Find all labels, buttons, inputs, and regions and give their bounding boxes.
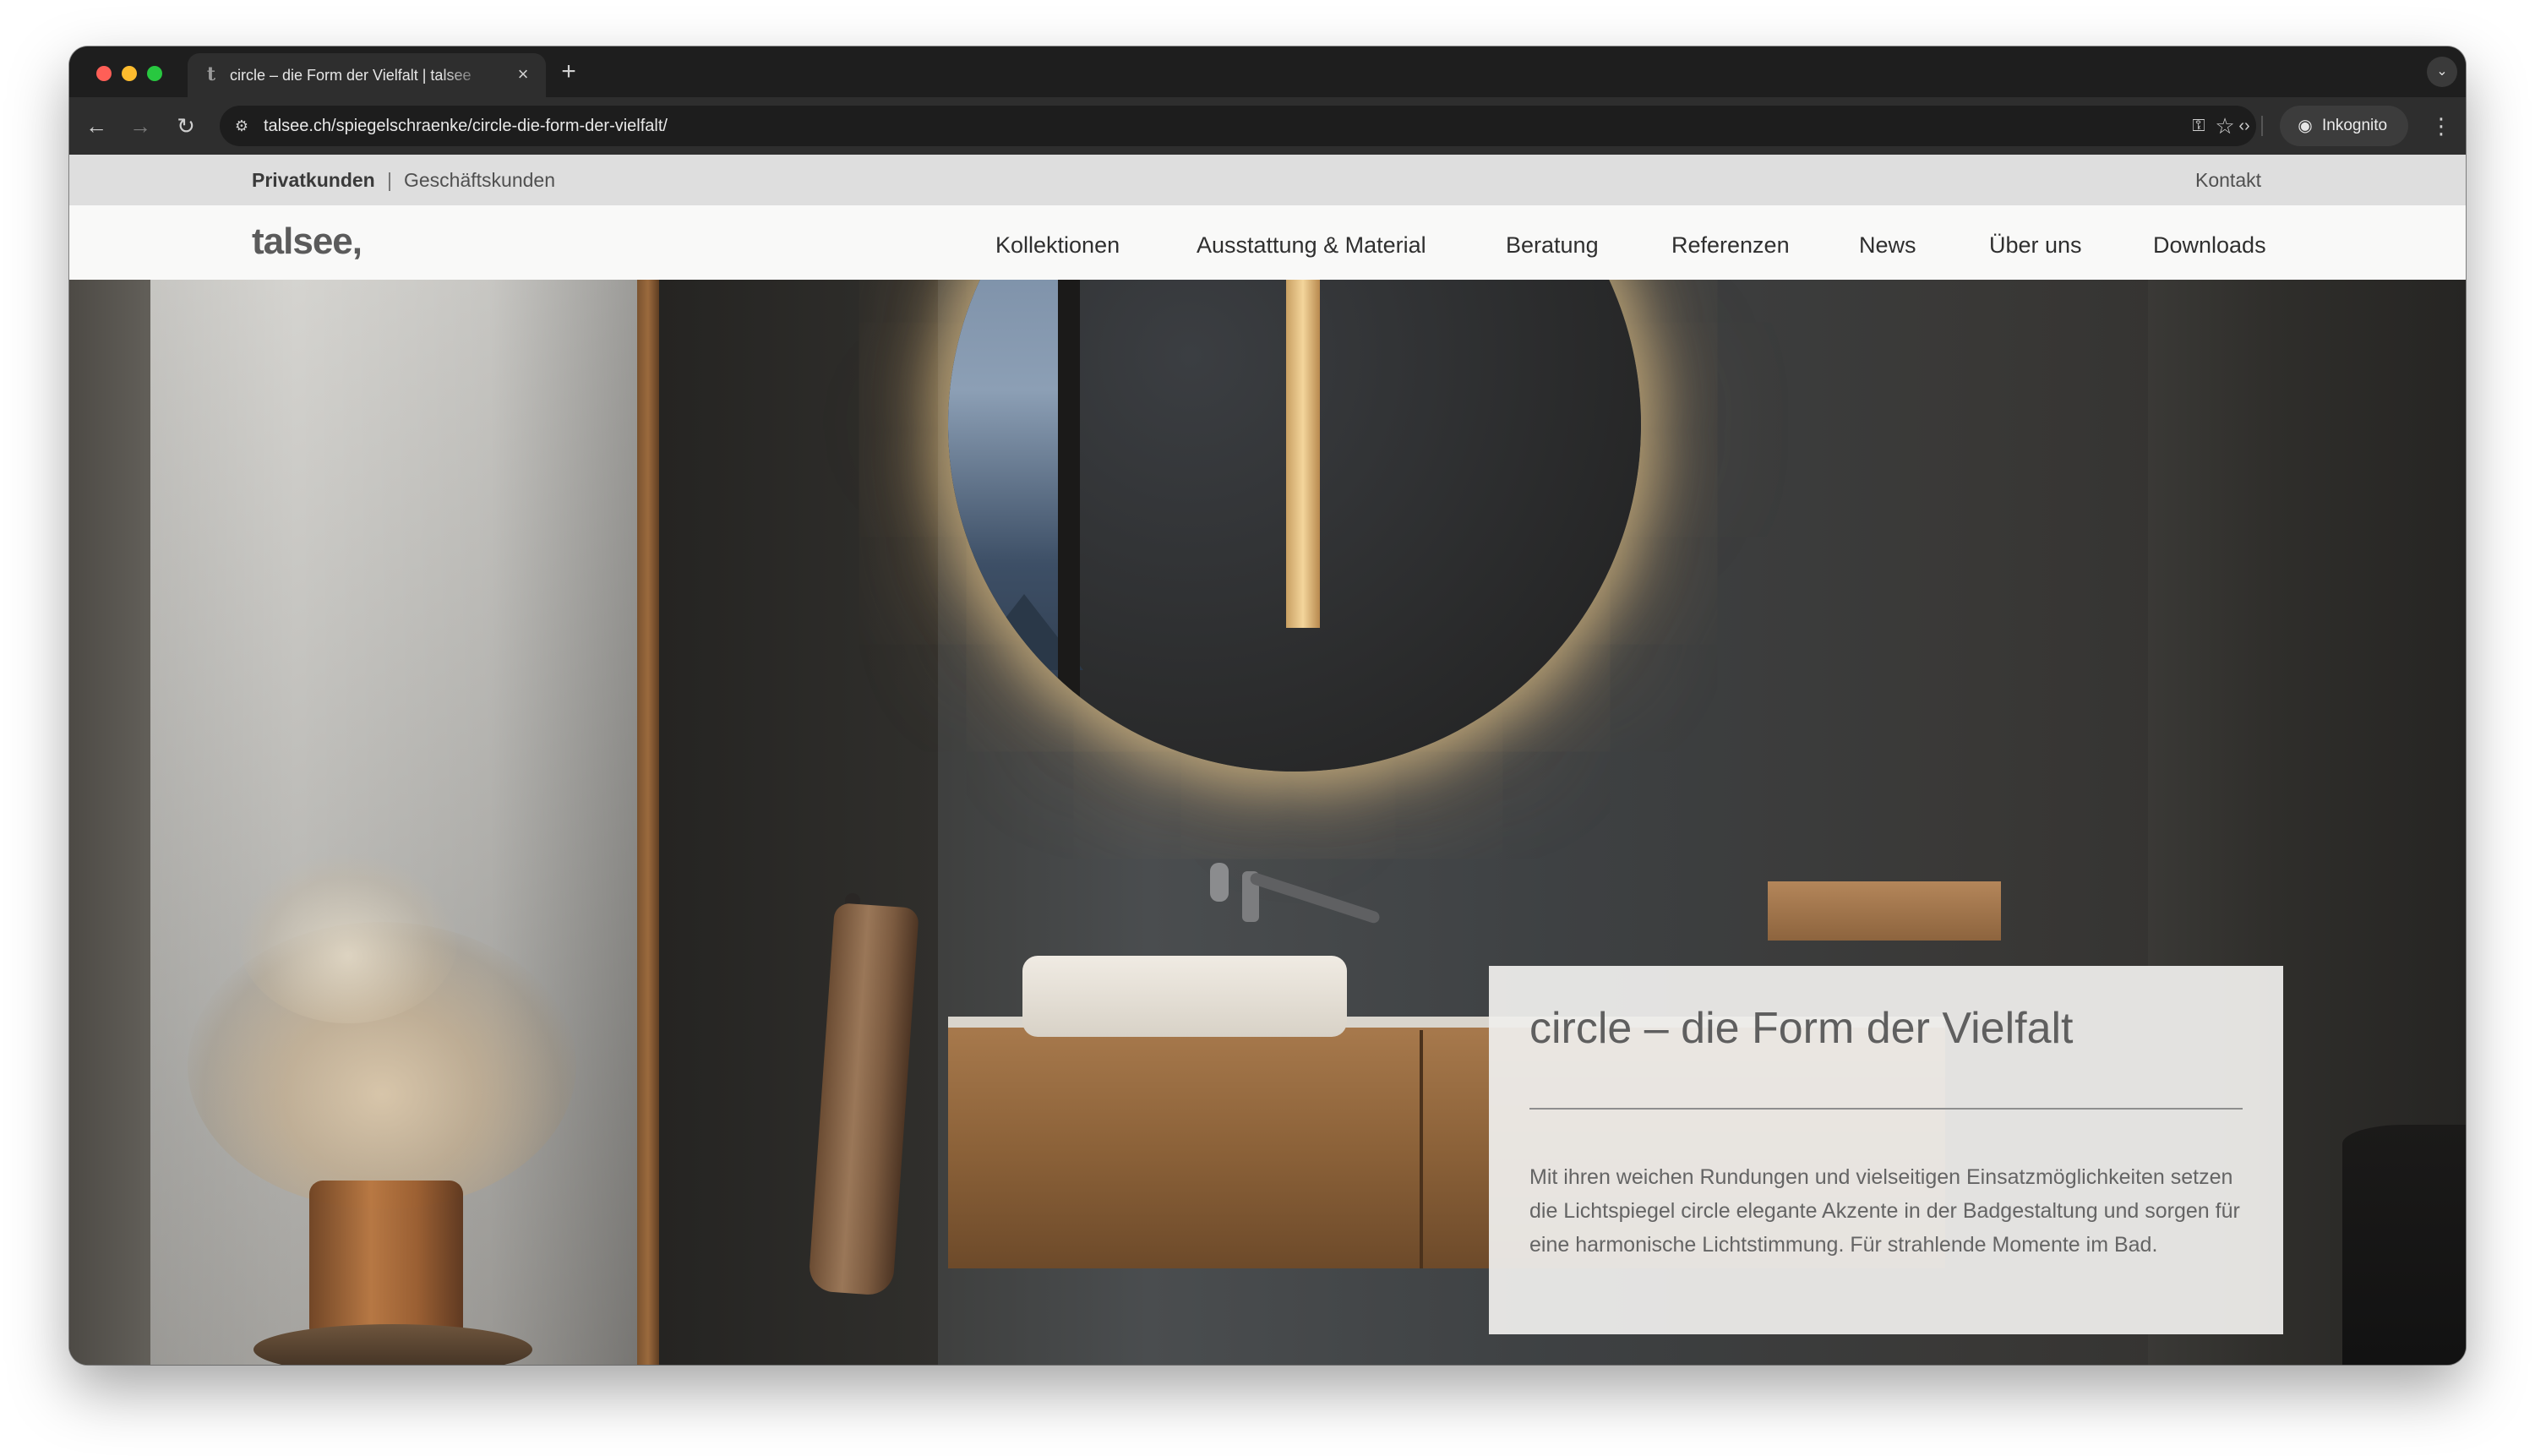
reload-icon[interactable]: ↻ <box>171 111 201 141</box>
dark-stool <box>2342 1125 2466 1365</box>
nav-ausstattung-material[interactable]: Ausstattung & Material <box>1197 232 1426 259</box>
incognito-icon: ◉ <box>2298 117 2313 135</box>
hero-info-card: circle – die Form der Vielfalt Mit ihren… <box>1489 966 2283 1334</box>
code-icon[interactable]: ‹› <box>2229 111 2260 141</box>
site-logo[interactable]: talsee, <box>252 221 363 263</box>
wood-box <box>1768 881 2001 941</box>
chevron-down-icon[interactable]: ⌄ <box>2427 57 2457 87</box>
round-mirror <box>948 280 1641 772</box>
hero-title: circle – die Form der Vielfalt <box>1529 1004 2074 1053</box>
link-privatkunden[interactable]: Privatkunden <box>252 168 375 192</box>
washbasin <box>1022 956 1347 1037</box>
wall-edge <box>69 280 150 1365</box>
wood-post <box>637 280 659 1365</box>
logo-mark: , <box>352 221 363 262</box>
nav-downloads[interactable]: Downloads <box>2153 232 2266 259</box>
dried-flowers-top <box>238 854 458 1023</box>
browser-window: t circle – die Form der Vielfalt | talse… <box>69 46 2466 1365</box>
arrow-right-icon[interactable]: → <box>125 111 155 141</box>
incognito-badge[interactable]: ◉ Inkognito <box>2280 106 2408 146</box>
topbar-separator: | <box>387 169 392 191</box>
nav-news[interactable]: News <box>1859 232 1916 259</box>
tune-icon[interactable]: ⚙ <box>230 114 254 138</box>
mirror-reflection <box>948 280 1066 772</box>
toolbar-divider <box>2261 116 2263 136</box>
faucet-spout <box>1248 871 1382 925</box>
incognito-label: Inkognito <box>2322 117 2388 134</box>
link-kontakt[interactable]: Kontakt <box>2195 168 2261 192</box>
hero-description: Mit ihren weichen Rundungen und vielseit… <box>1529 1165 2240 1257</box>
nav-kollektionen[interactable]: Kollektionen <box>995 232 1120 259</box>
arrow-left-icon[interactable]: ← <box>81 111 112 141</box>
favicon-icon: t <box>206 63 216 85</box>
main-navigation: talsee, Kollektionen Ausstattung & Mater… <box>69 205 2466 280</box>
bathroom-hero-image: circle – die Form der Vielfalt Mit ihren… <box>69 280 2466 1365</box>
link-geschaeftskunden[interactable]: Geschäftskunden <box>404 168 555 192</box>
web-page: Privatkunden | Geschäftskunden Kontakt t… <box>69 155 2466 1365</box>
kebab-icon[interactable]: ⋮ <box>2430 111 2452 141</box>
vanity-drawer-split <box>1420 1030 1423 1268</box>
nav-referenzen[interactable]: Referenzen <box>1671 232 1790 259</box>
nav-beratung[interactable]: Beratung <box>1506 232 1599 259</box>
plus-icon[interactable]: + <box>556 59 581 85</box>
nav-ueber-uns[interactable]: Über uns <box>1989 232 2082 259</box>
mirror-frame-reflection <box>1058 280 1080 772</box>
address-bar[interactable]: ⚙ talsee.ch/spiegelschraenke/circle-die-… <box>220 106 2256 146</box>
tab-title-fade <box>441 62 492 87</box>
tab-strip: t circle – die Form der Vielfalt | talse… <box>69 46 2466 97</box>
audience-bar: Privatkunden | Geschäftskunden Kontakt <box>69 155 2466 205</box>
card-divider <box>1529 1108 2243 1110</box>
key-icon[interactable]: ⚿ <box>2183 111 2214 141</box>
browser-tab[interactable]: t circle – die Form der Vielfalt | talse… <box>188 53 546 97</box>
minimize-window-button[interactable] <box>122 66 137 81</box>
logo-text: talsee <box>252 221 353 262</box>
amber-vase <box>309 1181 463 1346</box>
maximize-window-button[interactable] <box>147 66 162 81</box>
close-window-button[interactable] <box>96 66 112 81</box>
light-strip <box>1286 280 1320 628</box>
faucet-knob <box>1210 863 1229 902</box>
close-icon[interactable]: × <box>512 63 534 85</box>
browser-toolbar: ← → ↻ ⚙ talsee.ch/spiegelschraenke/circl… <box>69 97 2466 155</box>
url-text[interactable]: talsee.ch/spiegelschraenke/circle-die-fo… <box>264 116 668 136</box>
